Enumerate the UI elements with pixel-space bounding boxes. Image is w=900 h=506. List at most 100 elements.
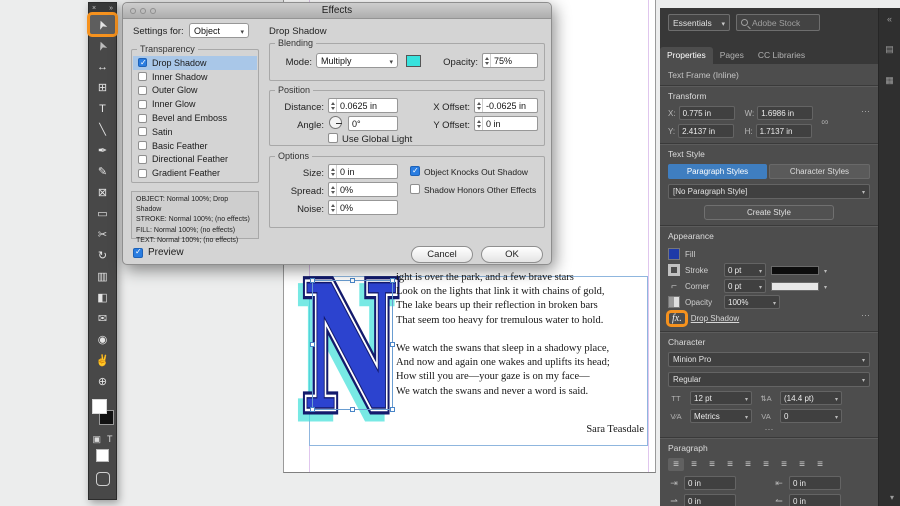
effect-row[interactable]: Gradient Feather — [133, 166, 257, 180]
size-field[interactable]: 0 in — [328, 164, 398, 179]
knockout-shadow-checkbox[interactable] — [410, 166, 420, 176]
stroke-type-preview[interactable] — [771, 265, 819, 275]
rectangle-tool[interactable]: ▭ — [89, 203, 116, 224]
panel-tab[interactable]: Properties — [660, 47, 713, 64]
pencil-tool[interactable]: ✎ — [89, 161, 116, 182]
effect-checkbox[interactable] — [138, 141, 147, 151]
effect-checkbox[interactable] — [138, 168, 147, 178]
more-options-icon[interactable]: ⋯ — [668, 425, 870, 434]
gradient-feather-tool[interactable]: ◧ — [89, 287, 116, 308]
scissors-tool[interactable]: ✂ — [89, 224, 116, 245]
close-icon[interactable]: × — [92, 5, 96, 12]
font-size-field[interactable]: 12 pt — [690, 391, 752, 405]
stepper-icon[interactable] — [329, 183, 337, 196]
effect-checkbox[interactable] — [138, 85, 147, 95]
effect-row[interactable]: Outer Glow — [133, 84, 257, 98]
frame-handle[interactable] — [310, 278, 315, 283]
effect-checkbox[interactable] — [138, 154, 147, 164]
create-style-button[interactable]: Create Style — [704, 205, 834, 220]
constrain-proportions-icon[interactable]: ∞ — [821, 117, 828, 128]
effect-checkbox[interactable] — [138, 99, 147, 109]
effect-row[interactable]: Inner Glow — [133, 97, 257, 111]
hand-tool[interactable]: ✌ — [89, 350, 116, 371]
align-center-icon[interactable] — [686, 458, 702, 471]
first-line-indent-field[interactable]: ⇀ 0 in — [668, 494, 765, 506]
type-tool[interactable]: T — [89, 98, 116, 119]
window-controls[interactable] — [130, 8, 156, 14]
stepper-icon[interactable] — [475, 99, 483, 112]
y-offset-field[interactable]: 0 in — [474, 116, 538, 131]
effect-row[interactable]: Bevel and Emboss — [133, 111, 257, 125]
font-family-dropdown[interactable]: Minion Pro — [668, 352, 870, 367]
drop-cap-selection-frame[interactable] — [310, 278, 395, 412]
spread-field[interactable]: 0% — [328, 182, 398, 197]
cancel-button[interactable]: Cancel — [411, 246, 473, 263]
stepper-icon[interactable] — [475, 117, 483, 130]
shadow-opacity-field[interactable]: 75% — [482, 53, 538, 68]
settings-for-dropdown[interactable]: Object — [189, 23, 249, 38]
noise-field[interactable]: 0% — [328, 200, 398, 215]
formatting-affects-text-icon[interactable]: T — [107, 434, 113, 444]
angle-field[interactable]: 0° — [348, 116, 398, 131]
scroll-down-icon[interactable]: ▾ — [890, 493, 894, 502]
fill-color-swatch[interactable] — [668, 248, 680, 260]
align-away-spine-icon[interactable] — [812, 458, 828, 471]
more-options-icon[interactable]: ⋯ — [861, 310, 870, 321]
align-left-icon[interactable] — [668, 458, 684, 471]
effect-checkbox[interactable] — [138, 113, 147, 123]
gradient-swatch-tool[interactable]: ▥ — [89, 266, 116, 287]
align-to-spine-icon[interactable] — [794, 458, 810, 471]
rectangle-frame-tool[interactable]: ⊠ — [89, 182, 116, 203]
search-input[interactable] — [752, 17, 812, 28]
frame-handle[interactable] — [390, 407, 395, 412]
left-indent-field[interactable]: ⇥ 0 in — [668, 476, 765, 490]
fill-swatch[interactable] — [92, 399, 107, 414]
x-position-field[interactable]: 0.775 in — [678, 106, 735, 120]
shadow-color-swatch[interactable] — [406, 55, 421, 67]
frame-handle[interactable] — [310, 342, 315, 347]
eyedropper-tool[interactable]: ◉ — [89, 329, 116, 350]
stock-search-box[interactable] — [736, 14, 820, 31]
expand-panels-icon[interactable]: « — [887, 14, 892, 24]
y-position-field[interactable]: 2.4137 in — [678, 124, 735, 138]
apply-none-button[interactable] — [96, 449, 109, 462]
paragraph-style-dropdown[interactable]: [No Paragraph Style] — [668, 184, 870, 199]
stepper-icon[interactable] — [483, 54, 491, 67]
corner-style-preview[interactable] — [771, 281, 819, 291]
frame-handle[interactable] — [390, 278, 395, 283]
stroke-weight-field[interactable]: 0 pt — [724, 263, 766, 277]
stepper-icon[interactable] — [329, 165, 337, 178]
frame-handle[interactable] — [390, 342, 395, 347]
chevron-down-icon[interactable] — [824, 282, 827, 291]
dialog-titlebar[interactable]: Effects — [123, 3, 551, 19]
distance-field[interactable]: 0.0625 in — [328, 98, 398, 113]
applied-effect-label[interactable]: Drop Shadow — [691, 314, 739, 323]
stepper-icon[interactable] — [329, 99, 337, 112]
fx-button[interactable]: fx. — [666, 309, 688, 327]
stroke-swatch-icon[interactable] — [668, 264, 680, 276]
workspace-switcher[interactable]: Essentials — [668, 14, 730, 31]
effect-row[interactable]: Directional Feather — [133, 153, 257, 167]
blend-mode-dropdown[interactable]: Multiply — [316, 53, 398, 68]
collapse-icon[interactable]: » — [109, 5, 113, 12]
pen-tool[interactable]: ✒ — [89, 140, 116, 161]
width-field[interactable]: 1.6986 in — [757, 106, 814, 120]
justify-all-icon[interactable] — [776, 458, 792, 471]
content-collector-tool[interactable]: ⊞ — [89, 77, 116, 98]
ok-button[interactable]: OK — [481, 246, 543, 263]
more-options-icon[interactable]: ⋯ — [861, 106, 870, 117]
x-offset-field[interactable]: -0.0625 in — [474, 98, 538, 113]
justify-left-icon[interactable] — [722, 458, 738, 471]
free-transform-tool[interactable]: ↻ — [89, 245, 116, 266]
right-indent-field[interactable]: ⇤ 0 in — [773, 476, 870, 490]
last-line-indent-field[interactable]: ↼ 0 in — [773, 494, 870, 506]
effect-row[interactable]: Basic Feather — [133, 139, 257, 153]
height-field[interactable]: 1.7137 in — [755, 124, 812, 138]
honors-effects-checkbox[interactable] — [410, 184, 420, 194]
effect-row[interactable]: Inner Shadow — [133, 70, 257, 84]
effect-checkbox[interactable] — [138, 58, 147, 68]
kerning-field[interactable]: Metrics — [690, 409, 752, 423]
page-tool[interactable]: ↔ — [89, 56, 116, 77]
panel-tab[interactable]: CC Libraries — [751, 47, 812, 64]
panel-icon[interactable]: ▤ — [885, 44, 894, 55]
